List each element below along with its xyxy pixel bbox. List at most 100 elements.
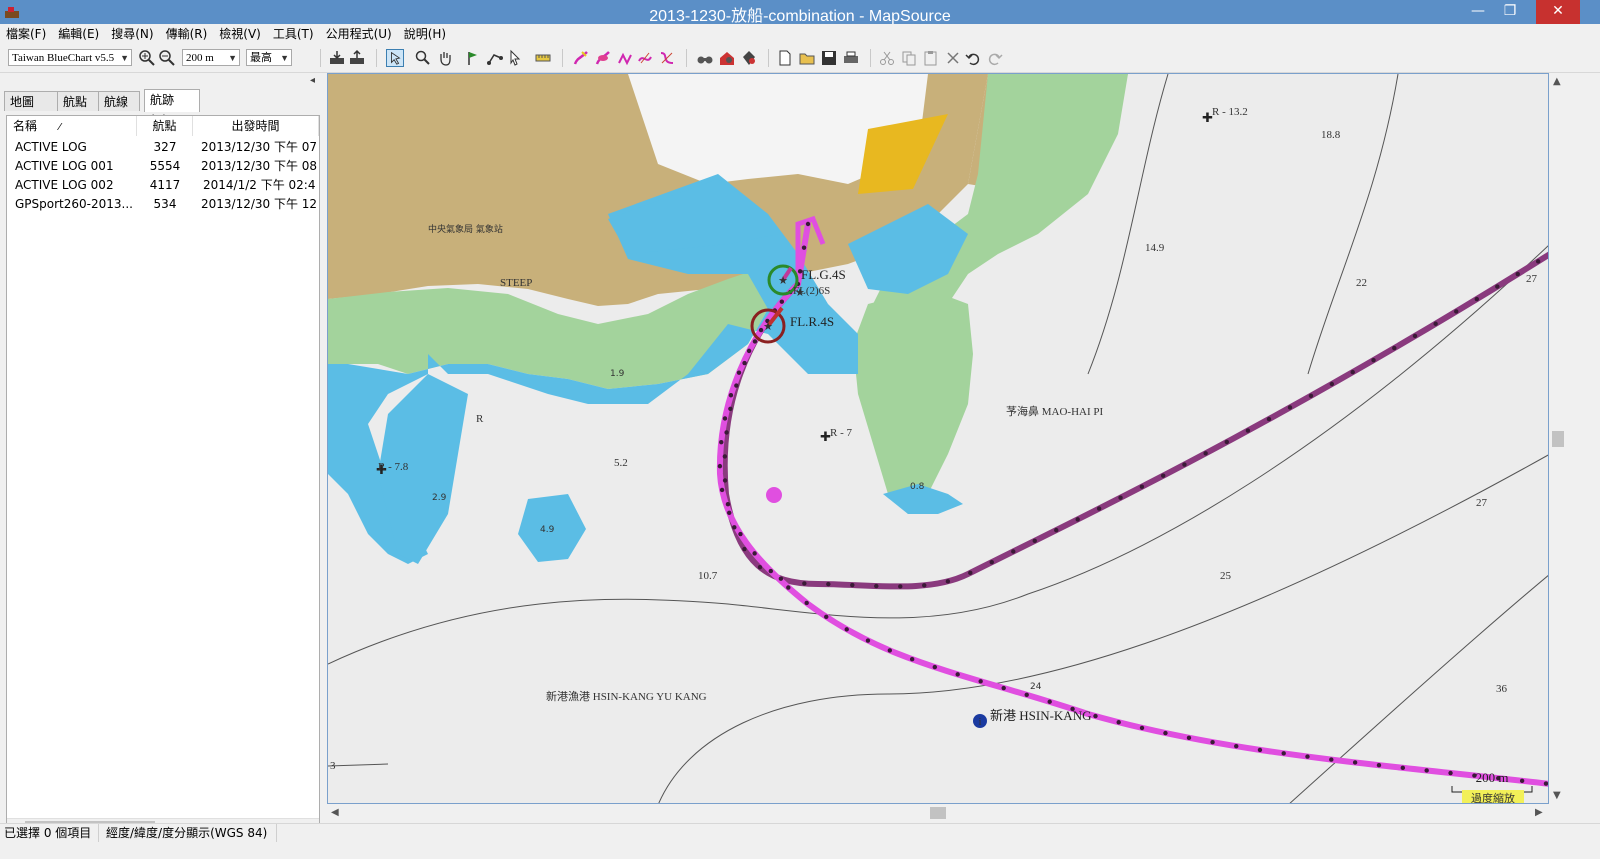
selection-tool-icon[interactable] bbox=[386, 49, 404, 67]
track-point bbox=[719, 487, 725, 493]
track-departure: 2013/12/30 下午 12 bbox=[201, 197, 318, 211]
map-label-hsinkang-yukang: 新港漁港 HSIN-KANG YU KANG bbox=[546, 689, 707, 703]
track-filter-icon[interactable] bbox=[658, 49, 676, 67]
track-point bbox=[722, 478, 728, 483]
track-point bbox=[728, 393, 734, 398]
scroll-right-icon[interactable]: ▶ bbox=[1535, 804, 1543, 821]
status-coordinates: 經度/緯度/度分顯示(WGS 84) bbox=[106, 826, 268, 840]
column-header-points[interactable]: 航點 bbox=[137, 116, 193, 136]
nautical-chart[interactable]: ★ ★ ★ ✚ ✚ ✚ i 中央氣象局 氣象站 STEEP FL.G.4S FL… bbox=[328, 74, 1549, 804]
save-icon[interactable] bbox=[820, 49, 838, 67]
waypoint-tool-icon[interactable] bbox=[464, 49, 482, 67]
measure-tool-icon[interactable] bbox=[534, 49, 552, 67]
print-icon[interactable] bbox=[842, 49, 860, 67]
track-point bbox=[742, 360, 747, 366]
track-point bbox=[874, 583, 879, 589]
map-label-rock-7: R - 7 bbox=[830, 427, 853, 439]
copy-icon[interactable] bbox=[900, 49, 918, 67]
route-tool-icon[interactable] bbox=[486, 49, 504, 67]
receive-from-device-icon[interactable] bbox=[328, 49, 346, 67]
track-point bbox=[1448, 770, 1453, 776]
track-point bbox=[1412, 333, 1418, 339]
track-point bbox=[968, 570, 973, 576]
menu-utilities[interactable]: 公用程式(U) bbox=[320, 24, 398, 44]
detail-level-select[interactable]: 最高 ▼ bbox=[246, 49, 292, 66]
menu-view[interactable]: 檢視(V) bbox=[213, 24, 267, 44]
pointer-tool-icon[interactable] bbox=[506, 49, 524, 67]
track-point bbox=[1234, 744, 1239, 749]
open-folder-icon[interactable] bbox=[798, 49, 816, 67]
tracks-list: 名稱 ⁄ 航點 出發時間 ACTIVE LOG 327 2013/12/30 下… bbox=[6, 115, 320, 837]
menu-search[interactable]: 搜尋(N) bbox=[105, 24, 159, 44]
scroll-up-icon[interactable]: ▲ bbox=[1553, 73, 1561, 90]
track-point bbox=[1329, 381, 1335, 387]
map-label-light-r: FL.R.4S bbox=[790, 314, 834, 329]
scroll-down-icon[interactable]: ▼ bbox=[1553, 787, 1561, 804]
maximize-button[interactable]: ❐ bbox=[1494, 0, 1526, 24]
track-divide-icon[interactable] bbox=[616, 49, 634, 67]
status-divider bbox=[98, 824, 99, 842]
column-header-departure[interactable]: 出發時間 bbox=[193, 116, 319, 136]
delete-icon[interactable] bbox=[944, 49, 962, 67]
map-product-select[interactable]: Taiwan BlueChart v5.5 ▼ bbox=[8, 49, 132, 66]
track-edit-icon[interactable] bbox=[572, 49, 590, 67]
track-point bbox=[752, 339, 758, 344]
track-point bbox=[734, 383, 739, 388]
map-horizontal-scrollbar[interactable]: ◀ ▶ bbox=[327, 804, 1549, 822]
track-point bbox=[1047, 699, 1052, 704]
menu-help[interactable]: 說明(H) bbox=[398, 24, 452, 44]
track-erase-icon[interactable] bbox=[594, 49, 612, 67]
menu-file[interactable]: 檔案(F) bbox=[0, 24, 52, 44]
zoom-in-icon[interactable] bbox=[138, 49, 156, 67]
scroll-thumb[interactable] bbox=[1552, 431, 1564, 447]
map-product-value: Taiwan BlueChart v5.5 bbox=[12, 52, 115, 64]
scroll-left-icon[interactable]: ◀ bbox=[331, 804, 339, 821]
collapse-pane-icon[interactable]: ◂ bbox=[310, 75, 315, 86]
table-row[interactable]: ACTIVE LOG 327 2013/12/30 下午 07 bbox=[7, 138, 319, 157]
redo-icon[interactable] bbox=[986, 49, 1004, 67]
find-recent-icon[interactable] bbox=[740, 49, 758, 67]
zoom-tool-icon[interactable] bbox=[414, 49, 432, 67]
cut-icon[interactable] bbox=[878, 49, 896, 67]
map-vertical-scrollbar[interactable]: ▲ ▼ bbox=[1549, 73, 1567, 804]
scroll-thumb[interactable] bbox=[930, 807, 946, 819]
depth-sounding: 10.7 bbox=[698, 570, 718, 582]
find-places-icon[interactable] bbox=[718, 49, 736, 67]
tab-tracks[interactable]: 航跡 (4) bbox=[144, 89, 200, 127]
track-point bbox=[805, 221, 811, 227]
zoom-scale-select[interactable]: 200 m ▼ bbox=[182, 49, 240, 66]
new-file-icon[interactable] bbox=[776, 49, 794, 67]
waypoint-icon[interactable] bbox=[766, 487, 782, 503]
map-label-station: 中央氣象局 氣象站 bbox=[428, 223, 503, 235]
map-view[interactable]: ★ ★ ★ ✚ ✚ ✚ i 中央氣象局 氣象站 STEEP FL.G.4S FL… bbox=[327, 73, 1549, 804]
track-point bbox=[850, 582, 855, 588]
track-point bbox=[778, 576, 784, 581]
track-point bbox=[722, 416, 728, 421]
track-point bbox=[1281, 751, 1286, 756]
menu-edit[interactable]: 編輯(E) bbox=[52, 24, 105, 44]
send-to-device-icon[interactable] bbox=[348, 49, 366, 67]
track-join-icon[interactable] bbox=[636, 49, 654, 67]
depth-sounding: 22 bbox=[1356, 277, 1367, 289]
tab-maps[interactable]: 地圖 (2) bbox=[4, 91, 58, 129]
close-button[interactable]: ✕ bbox=[1536, 0, 1580, 24]
hand-tool-icon[interactable] bbox=[436, 49, 454, 67]
track-point bbox=[824, 614, 829, 620]
tab-routes[interactable]: 航線 bbox=[98, 91, 140, 111]
menu-transfer[interactable]: 傳輸(R) bbox=[160, 24, 214, 44]
paste-icon[interactable] bbox=[922, 49, 940, 67]
find-icon[interactable] bbox=[696, 49, 714, 67]
tab-waypoints[interactable]: 航點 bbox=[57, 91, 99, 111]
undo-icon[interactable] bbox=[964, 49, 982, 67]
table-row[interactable]: GPSport260-2013... 534 2013/12/30 下午 12 bbox=[7, 195, 319, 214]
track-point bbox=[727, 510, 732, 516]
table-row[interactable]: ACTIVE LOG 002 4117 2014/1/2 下午 02:4 bbox=[7, 176, 319, 195]
track-point bbox=[1266, 416, 1272, 422]
table-row[interactable]: ACTIVE LOG 001 5554 2013/12/30 下午 08 bbox=[7, 157, 319, 176]
column-header-name[interactable]: 名稱 ⁄ bbox=[7, 116, 137, 136]
menu-tools[interactable]: 工具(T) bbox=[267, 24, 320, 44]
track-point bbox=[898, 584, 903, 589]
minimize-button[interactable]: — bbox=[1462, 0, 1494, 24]
zoom-out-icon[interactable] bbox=[158, 49, 176, 67]
depth-sounding: 18.8 bbox=[1321, 129, 1341, 141]
